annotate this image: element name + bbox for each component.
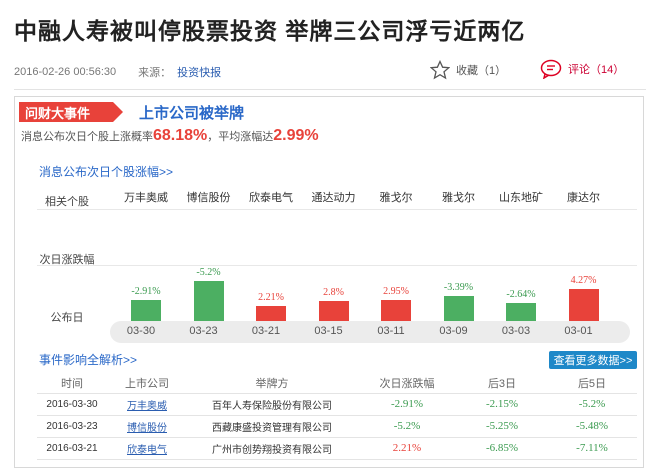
event-table: 时间 上市公司 举牌方 次日涨跌幅 后3日 后5日 2016-03-30 万丰奥威… [37,373,637,460]
row-label-date: 公布日 [50,312,84,324]
stock-column: 欣泰电气 2.21% [240,187,302,332]
chart-title-link[interactable]: 消息公布次日个股涨幅>> [39,163,173,180]
stats-average: 2.99% [273,127,319,144]
date-tick: 03-09 [439,325,468,337]
col-header: 举牌方 [187,373,357,394]
stats-probability: 68.18% [153,127,208,144]
col-header: 后3日 [457,373,547,394]
date-tick: 03-01 [564,325,593,337]
col-header: 时间 [37,373,107,394]
stock-name[interactable]: 雅戈尔 [428,189,490,205]
favorite-button[interactable]: 收藏（1） [430,60,506,80]
date-axis: 03-30 03-23 03-21 03-15 03-11 03-09 03-03 03-01 [110,321,630,343]
stats-mid: ，平均涨幅达 [207,131,274,143]
stock-name[interactable]: 雅戈尔 [365,189,427,205]
change-label: -2.64% [506,288,536,300]
article-headline: 中融人寿被叫停股票投资 举牌三公司浮亏近两亿 [14,18,526,44]
table-row: 2016-03-23 博信股份 西藏康盛投资管理有限公司 -5.2% -5.25% -5.… [37,415,637,438]
stock-column: 雅戈尔 -3.39% [428,187,490,332]
col-header: 次日涨跌幅 [357,373,457,394]
stock-name[interactable]: 欣泰电气 [240,189,302,205]
event-title[interactable]: 上市公司被举牌 [139,102,244,123]
event-stats: 消息公布次日个股上涨概率 68.18% ，平均涨幅达 2.99% [21,127,319,145]
row-after-5d: -5.2% [547,393,637,416]
favorite-label: 收藏（1） [456,65,507,77]
row-next-day: -5.2% [357,415,457,438]
row-after-5d: -7.11% [547,437,637,460]
source-link[interactable]: 投资快报 [177,64,221,80]
stock-name[interactable]: 博信股份 [178,189,240,205]
article-meta: 2016-02-26 00:56:30 来源： 投资快报 [14,64,221,80]
date-tick: 03-21 [251,325,281,337]
change-label: 2.21% [258,292,284,304]
row-company[interactable]: 万丰奥威 [107,393,187,416]
comment-label: 评论（14） [568,64,625,76]
row-acquirer: 广州市创势翔投资有限公司 [187,437,357,460]
date-tick: 03-30 [126,325,156,337]
row-after-3d: -2.15% [457,393,547,416]
row-next-day: 2.21% [357,437,457,460]
col-header: 后5日 [547,373,637,394]
col-header: 上市公司 [107,373,187,394]
row-after-3d: -6.85% [457,437,547,460]
more-data-button[interactable]: 查看更多数据>> [549,351,637,369]
stock-column: 通达动力 2.8% [303,187,365,332]
row-company[interactable]: 博信股份 [107,415,187,438]
row-after-5d: -5.48% [547,415,637,438]
star-icon [430,60,450,80]
change-label: 2.95% [383,285,409,297]
source-label: 来源： [138,67,172,79]
stock-name[interactable]: 山东地矿 [490,189,552,205]
change-label: 4.27% [570,274,597,286]
date-tick: 03-03 [501,325,531,337]
row-company[interactable]: 欣泰电气 [107,437,187,460]
row-acquirer: 西藏康盛投资管理有限公司 [187,415,357,438]
change-bar [568,288,599,325]
change-label: -2.91% [131,286,161,298]
table-row: 2016-03-21 欣泰电气 广州市创势翔投资有限公司 2.21% -6.85% -7.… [37,437,637,460]
table-header-row: 时间 上市公司 举牌方 次日涨跌幅 后3日 后5日 [37,373,637,394]
row-next-day: -2.91% [357,393,457,416]
stats-prefix: 消息公布次日个股上涨概率 [21,131,153,143]
change-label: -5.2% [196,266,221,278]
date-tick: 03-23 [189,325,218,337]
event-tag: 问财大事件 [19,102,123,122]
stock-name[interactable]: 万丰奥威 [115,189,177,205]
stock-name[interactable]: 康达尔 [553,189,615,205]
change-bar [193,280,224,325]
divider [14,89,646,90]
stock-column: 山东地矿 -2.64% [490,187,552,332]
comment-button[interactable]: 评论（14） [540,59,624,79]
publish-time: 2016-02-26 00:56:30 [14,66,117,78]
change-label: -3.39% [443,282,474,294]
stock-name[interactable]: 通达动力 [303,189,365,205]
date-tick: 03-11 [377,325,405,337]
stock-chart: 相关个股 次日涨跌幅 公布日 万丰奥威 -2.91% 博信股份 -5.2% 欣泰电气 2.… [37,187,637,332]
stock-column: 博信股份 -5.2% [178,187,240,332]
event-panel: 问财大事件 上市公司被举牌 消息公布次日个股上涨概率 68.18% ，平均涨幅达… [14,96,644,468]
table-row: 2016-03-30 万丰奥威 百年人寿保险股份有限公司 -2.91% -2.15% -5… [37,393,637,416]
row-label-stock: 相关个股 [45,196,89,208]
stock-column: 万丰奥威 -2.91% [115,187,177,332]
stock-column: 康达尔 4.27% [553,187,615,332]
impact-analysis-link[interactable]: 事件影响全解析>> [39,351,137,368]
comment-icon [540,59,562,79]
row-after-3d: -5.25% [457,415,547,438]
row-date: 2016-03-23 [37,415,107,438]
change-label: 2.8% [323,287,344,299]
stock-column: 雅戈尔 2.95% [365,187,427,332]
row-date: 2016-03-30 [37,393,107,416]
row-date: 2016-03-21 [37,437,107,460]
date-tick: 03-15 [314,325,343,337]
row-acquirer: 百年人寿保险股份有限公司 [187,393,357,416]
